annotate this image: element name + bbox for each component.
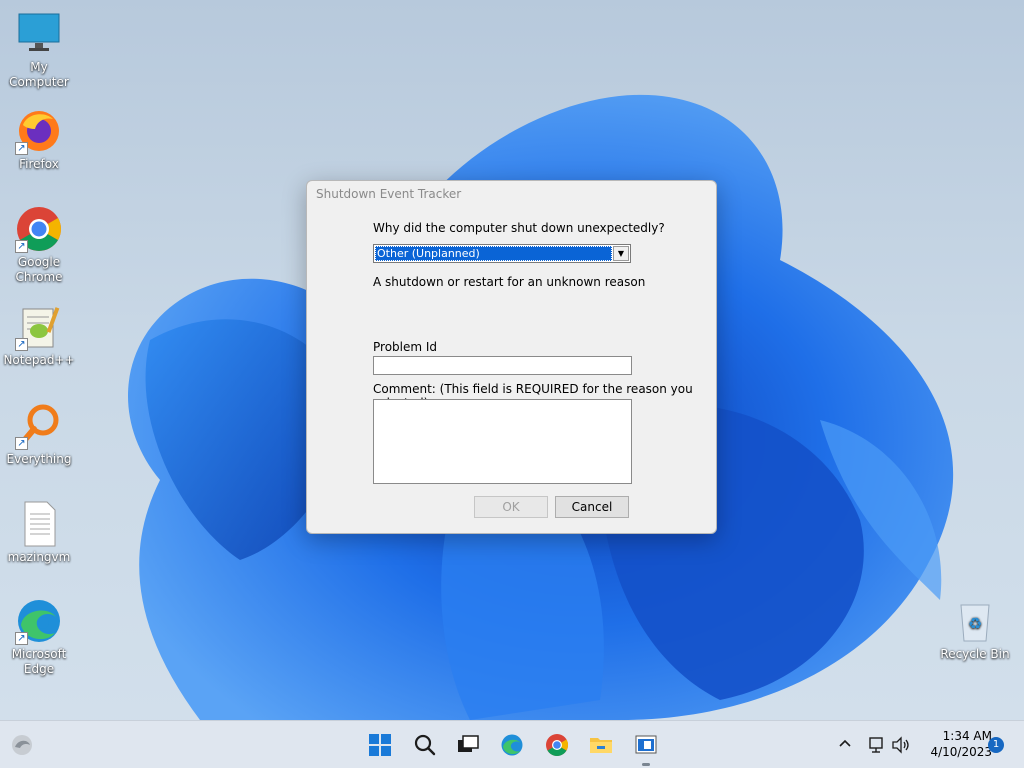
- desktop-icon-google-chrome[interactable]: ↗ Google Chrome: [1, 205, 77, 285]
- notepad-plus-plus-icon: ↗: [15, 303, 63, 351]
- chevron-down-icon[interactable]: ▼: [613, 246, 629, 261]
- active-window-icon[interactable]: [634, 733, 658, 757]
- desktop-icon-label: Google Chrome: [15, 255, 63, 284]
- task-view-icon[interactable]: [456, 733, 480, 757]
- desktop-icon-microsoft-edge[interactable]: ↗ Microsoft Edge: [1, 597, 77, 677]
- desktop-icon-recycle-bin[interactable]: ♻ Recycle Bin: [937, 597, 1013, 662]
- desktop-icon-label: mazingvm: [7, 550, 71, 564]
- shortcut-arrow-icon: ↗: [15, 142, 28, 155]
- system-clock[interactable]: 1:34 AM 4/10/2023: [916, 728, 992, 760]
- edge-icon: ↗: [15, 597, 63, 645]
- chevron-up-icon[interactable]: [836, 735, 854, 753]
- clock-date: 4/10/2023: [930, 745, 992, 759]
- desktop-icon-notepad-plus-plus[interactable]: ↗ Notepad++: [1, 303, 77, 368]
- comment-textarea[interactable]: [373, 399, 632, 484]
- svg-text:♻: ♻: [968, 614, 982, 633]
- firefox-icon: ↗: [15, 107, 63, 155]
- desktop-icon-label: Microsoft Edge: [11, 647, 67, 676]
- desktop-icon-my-computer[interactable]: My Computer: [1, 10, 77, 90]
- network-icon[interactable]: [866, 735, 886, 755]
- problem-id-input[interactable]: [373, 356, 632, 375]
- dialog-title: Shutdown Event Tracker: [316, 187, 462, 201]
- taskbar: 1:34 AM 4/10/2023 1: [0, 720, 1024, 768]
- shortcut-arrow-icon: ↗: [15, 437, 28, 450]
- desktop-icon-label: Recycle Bin: [940, 647, 1010, 661]
- edge-icon[interactable]: [500, 733, 524, 757]
- text-file-icon: [15, 500, 63, 548]
- cancel-button[interactable]: Cancel: [555, 496, 629, 518]
- chrome-icon[interactable]: [545, 733, 569, 757]
- shutdown-question-label: Why did the computer shut down unexpecte…: [373, 221, 665, 235]
- recycle-bin-icon: ♻: [951, 597, 999, 645]
- shortcut-arrow-icon: ↗: [15, 240, 28, 253]
- widgets-icon[interactable]: [10, 733, 34, 757]
- desktop-icon-label: My Computer: [9, 60, 69, 89]
- shutdown-event-tracker-dialog: Shutdown Event Tracker Why did the compu…: [306, 180, 717, 534]
- ok-button[interactable]: OK: [474, 496, 548, 518]
- clock-time: 1:34 AM: [942, 729, 992, 743]
- shortcut-arrow-icon: ↗: [15, 338, 28, 351]
- start-icon[interactable]: [368, 733, 392, 757]
- desktop-icon-everything[interactable]: ↗ Everything: [1, 402, 77, 467]
- volume-icon[interactable]: [891, 735, 911, 755]
- problem-id-label: Problem Id: [373, 340, 438, 354]
- shortcut-arrow-icon: ↗: [15, 632, 28, 645]
- monitor-icon: [15, 10, 63, 58]
- desktop-icon-firefox[interactable]: ↗ Firefox: [1, 107, 77, 172]
- desktop-icon-mazingvm[interactable]: mazingvm: [1, 500, 77, 565]
- desktop-icon-label: Everything: [6, 452, 72, 466]
- notification-badge[interactable]: 1: [988, 737, 1004, 753]
- active-app-indicator: [642, 763, 650, 766]
- desktop-icon-label: Firefox: [19, 157, 59, 171]
- search-icon[interactable]: [413, 733, 437, 757]
- shutdown-reason-select[interactable]: Other (Unplanned) ▼: [373, 244, 631, 263]
- magnifier-icon: ↗: [15, 402, 63, 450]
- file-explorer-icon[interactable]: [589, 733, 613, 757]
- shutdown-reason-selected-value: Other (Unplanned): [375, 246, 612, 261]
- reason-description: A shutdown or restart for an unknown rea…: [373, 275, 646, 289]
- desktop-icon-label: Notepad++: [3, 353, 75, 367]
- chrome-icon: ↗: [15, 205, 63, 253]
